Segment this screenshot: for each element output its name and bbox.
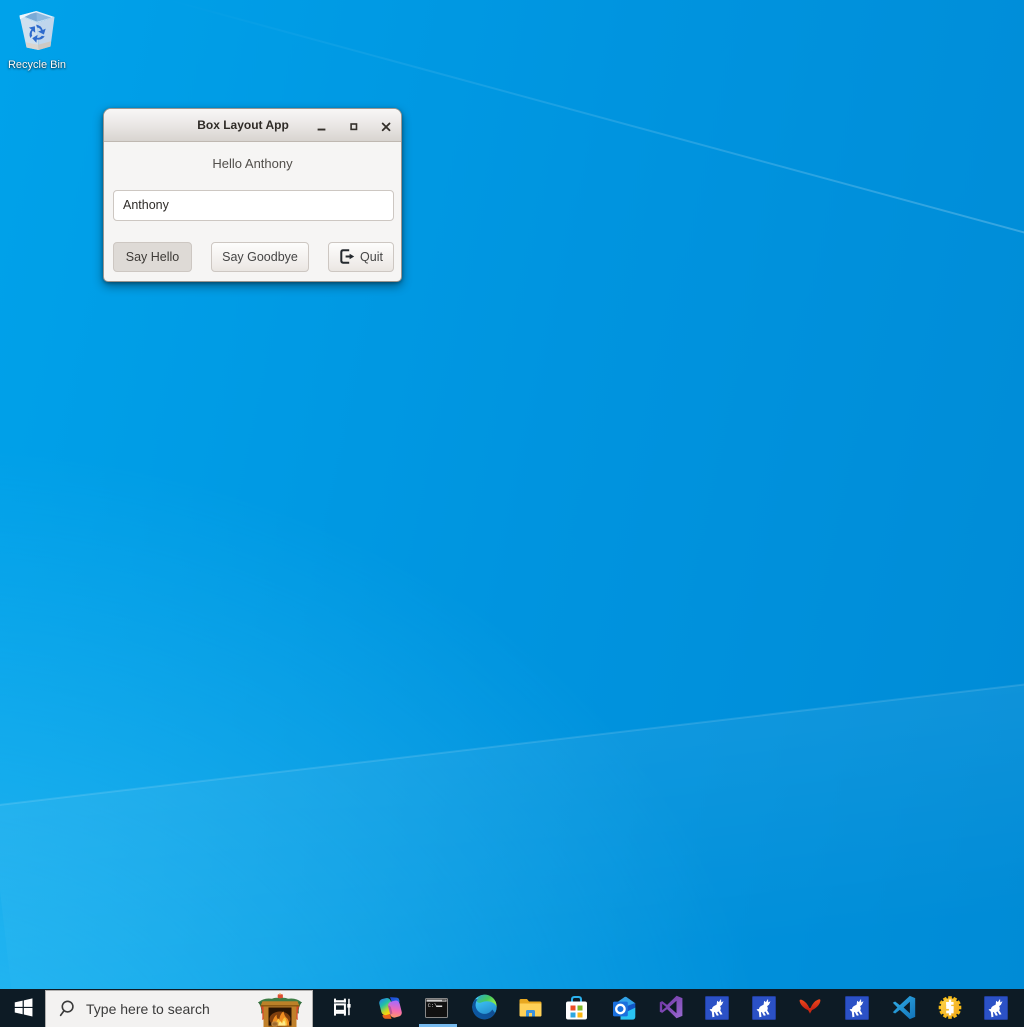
svg-text:C:\: C:\ <box>428 1003 438 1009</box>
